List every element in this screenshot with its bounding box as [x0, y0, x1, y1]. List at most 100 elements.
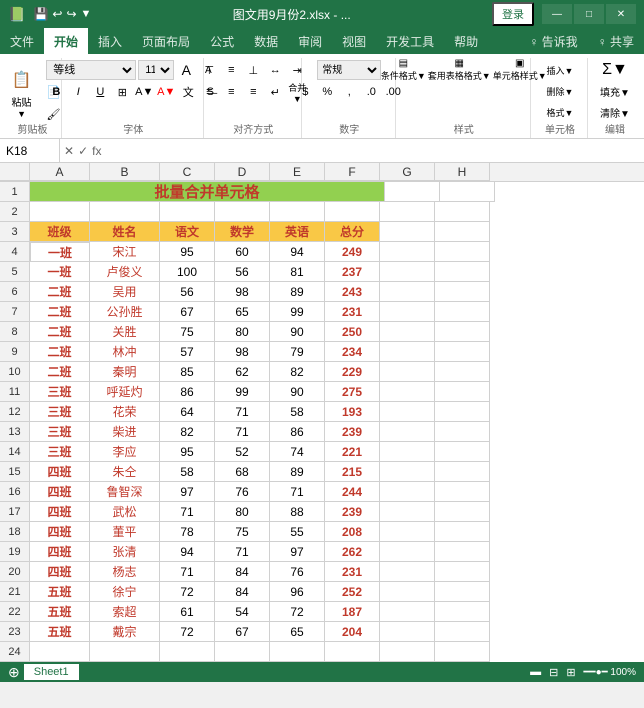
- cell-e15[interactable]: 89: [270, 462, 325, 482]
- cell-b24[interactable]: [90, 642, 160, 662]
- cell-f4[interactable]: 249: [325, 242, 380, 262]
- cell-e7[interactable]: 99: [270, 302, 325, 322]
- cell-e6[interactable]: 89: [270, 282, 325, 302]
- col-header-g[interactable]: G: [380, 163, 435, 181]
- tab-insert[interactable]: 插入: [88, 28, 132, 54]
- cell-f5[interactable]: 237: [325, 262, 380, 282]
- cell-h11[interactable]: [435, 382, 490, 402]
- undo-icon[interactable]: ↩: [52, 7, 62, 21]
- cell-b11[interactable]: 呼延灼: [90, 382, 160, 402]
- row-num-14[interactable]: 14: [0, 442, 30, 462]
- view-layout-icon[interactable]: ⊟: [549, 666, 558, 679]
- cell-f6[interactable]: 243: [325, 282, 380, 302]
- cell-h10[interactable]: [435, 362, 490, 382]
- cell-g6[interactable]: [380, 282, 435, 302]
- cell-d4[interactable]: 60: [215, 242, 270, 262]
- cell-g18[interactable]: [380, 522, 435, 542]
- cell-h9[interactable]: [435, 342, 490, 362]
- cell-h20[interactable]: [435, 562, 490, 582]
- fill-button[interactable]: 填充▼: [600, 81, 630, 101]
- cell-e18[interactable]: 55: [270, 522, 325, 542]
- row-num-8[interactable]: 8: [0, 322, 30, 342]
- zoom-slider[interactable]: ━━●━ 100%: [584, 667, 636, 678]
- cell-f11[interactable]: 275: [325, 382, 380, 402]
- cell-d8[interactable]: 80: [215, 322, 270, 342]
- cell-a4-class[interactable]: 一班: [30, 242, 90, 262]
- tab-home[interactable]: 开始: [44, 28, 88, 54]
- sheet-tab-1[interactable]: Sheet1: [24, 664, 79, 680]
- font-family-select[interactable]: 等线: [46, 60, 136, 80]
- cell-d14[interactable]: 52: [215, 442, 270, 462]
- cell-d3[interactable]: 数学: [215, 222, 270, 242]
- increase-font-button[interactable]: A: [176, 60, 196, 80]
- cell-b14[interactable]: 李应: [90, 442, 160, 462]
- cell-a1[interactable]: 批量合并单元格: [30, 182, 385, 202]
- cell-b8[interactable]: 关胜: [90, 322, 160, 342]
- tab-layout[interactable]: 页面布局: [132, 28, 200, 54]
- cell-a11-class[interactable]: 三班: [30, 382, 90, 402]
- top-align-button[interactable]: ⊤: [199, 60, 219, 80]
- clear-button[interactable]: 清除▼: [600, 102, 630, 122]
- bold-button[interactable]: B: [46, 82, 66, 102]
- cell-b13[interactable]: 柴进: [90, 422, 160, 442]
- cell-g4[interactable]: [380, 242, 435, 262]
- cell-a22-class[interactable]: 五班: [30, 602, 90, 622]
- row-num-1[interactable]: 1: [0, 182, 30, 202]
- formula-input[interactable]: [105, 139, 644, 162]
- col-header-h[interactable]: H: [435, 163, 490, 181]
- cell-g19[interactable]: [380, 542, 435, 562]
- insert-cell-button[interactable]: 插入▼: [547, 60, 574, 80]
- cell-e11[interactable]: 90: [270, 382, 325, 402]
- cell-f16[interactable]: 244: [325, 482, 380, 502]
- row-num-23[interactable]: 23: [0, 622, 30, 642]
- cell-h24[interactable]: [435, 642, 490, 662]
- cell-b4[interactable]: 宋江: [90, 242, 160, 262]
- cell-c13[interactable]: 82: [160, 422, 215, 442]
- row-num-12[interactable]: 12: [0, 402, 30, 422]
- cell-f21[interactable]: 252: [325, 582, 380, 602]
- cell-f17[interactable]: 239: [325, 502, 380, 522]
- row-num-24[interactable]: 24: [0, 642, 30, 662]
- add-sheet-icon[interactable]: ⊕: [8, 664, 20, 681]
- tab-data[interactable]: 数据: [244, 28, 288, 54]
- cell-g3[interactable]: [380, 222, 435, 242]
- cell-e9[interactable]: 79: [270, 342, 325, 362]
- tab-view[interactable]: 视图: [332, 28, 376, 54]
- cell-h22[interactable]: [435, 602, 490, 622]
- cell-h7[interactable]: [435, 302, 490, 322]
- cell-c7[interactable]: 67: [160, 302, 215, 322]
- cell-g12[interactable]: [380, 402, 435, 422]
- cell-d6[interactable]: 98: [215, 282, 270, 302]
- cell-f9[interactable]: 234: [325, 342, 380, 362]
- cell-e16[interactable]: 71: [270, 482, 325, 502]
- cell-d17[interactable]: 80: [215, 502, 270, 522]
- cell-g17[interactable]: [380, 502, 435, 522]
- row-num-10[interactable]: 10: [0, 362, 30, 382]
- cell-e22[interactable]: 72: [270, 602, 325, 622]
- cell-d20[interactable]: 84: [215, 562, 270, 582]
- cell-h21[interactable]: [435, 582, 490, 602]
- format-cell-button[interactable]: 格式▼: [547, 102, 574, 122]
- cell-a23-class[interactable]: 五班: [30, 622, 90, 642]
- cell-f20[interactable]: 231: [325, 562, 380, 582]
- cell-c3[interactable]: 语文: [160, 222, 215, 242]
- cell-a12-class[interactable]: 三班: [30, 402, 90, 422]
- cell-b19[interactable]: 张清: [90, 542, 160, 562]
- font-options-icon[interactable]: 文: [178, 82, 198, 102]
- insert-function-icon[interactable]: fx: [92, 144, 101, 158]
- cell-b7[interactable]: 公孙胜: [90, 302, 160, 322]
- middle-align-button[interactable]: ≡: [221, 60, 241, 80]
- delete-cell-button[interactable]: 删除▼: [547, 81, 574, 101]
- cell-c17[interactable]: 71: [160, 502, 215, 522]
- cell-d2[interactable]: [215, 202, 270, 222]
- cell-a24[interactable]: [30, 642, 90, 662]
- cell-b22[interactable]: 索超: [90, 602, 160, 622]
- cancel-formula-icon[interactable]: ✕: [64, 144, 74, 158]
- cell-d16[interactable]: 76: [215, 482, 270, 502]
- cell-g11[interactable]: [380, 382, 435, 402]
- cell-d24[interactable]: [215, 642, 270, 662]
- cell-h2[interactable]: [435, 202, 490, 222]
- cell-h8[interactable]: [435, 322, 490, 342]
- cell-reference-box[interactable]: K18: [0, 139, 60, 162]
- cell-c20[interactable]: 71: [160, 562, 215, 582]
